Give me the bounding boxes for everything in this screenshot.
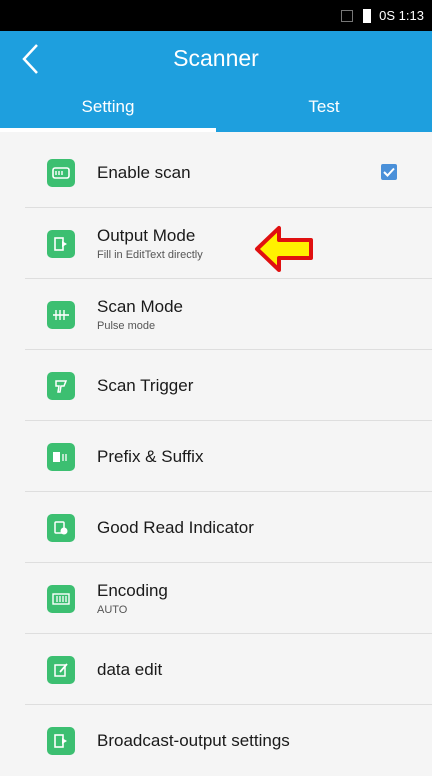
setting-encoding[interactable]: Encoding AUTO (0, 563, 432, 634)
setting-output-mode[interactable]: Output Mode Fill in EditText directly (0, 208, 432, 279)
good-read-indicator-icon (47, 514, 75, 542)
setting-label: Scan Trigger (97, 375, 194, 395)
setting-prefix-suffix[interactable]: Prefix & Suffix (0, 421, 432, 492)
tab-test-label: Test (308, 97, 340, 116)
setting-label: Encoding (97, 580, 168, 600)
tab-setting-label: Setting (81, 97, 135, 116)
prefix-suffix-icon (47, 443, 75, 471)
page-title: Scanner (173, 45, 259, 71)
status-bar: 0S 1:13 (0, 0, 432, 31)
setting-scan-mode[interactable]: Scan Mode Pulse mode (0, 279, 432, 350)
scan-trigger-icon (47, 372, 75, 400)
broadcast-output-icon (47, 727, 75, 755)
status-time: 0S 1:13 (379, 8, 424, 23)
tab-test[interactable]: Test (216, 86, 432, 132)
enable-scan-checkbox[interactable] (381, 164, 397, 180)
setting-label: Prefix & Suffix (97, 446, 204, 466)
output-mode-icon (47, 230, 75, 258)
setting-label: Broadcast-output settings (97, 730, 290, 750)
setting-enable-scan[interactable]: Enable scan (0, 137, 432, 208)
setting-label: Scan Mode (97, 296, 183, 316)
signal-icon (341, 9, 354, 22)
setting-data-edit[interactable]: data edit (0, 634, 432, 705)
tab-bar: Setting Test (0, 86, 432, 132)
data-edit-icon (47, 656, 75, 684)
scanner-icon (47, 159, 75, 187)
setting-label: Good Read Indicator (97, 517, 254, 537)
active-tab-indicator (0, 128, 216, 132)
setting-summary: Fill in EditText directly (97, 248, 203, 261)
app-toolbar: Scanner (0, 31, 432, 86)
battery-icon (363, 8, 372, 23)
setting-scan-trigger[interactable]: Scan Trigger (0, 350, 432, 421)
setting-label: Output Mode (97, 225, 196, 245)
scan-mode-icon (47, 301, 75, 329)
tab-setting[interactable]: Setting (0, 86, 216, 132)
setting-label: data edit (97, 659, 163, 679)
back-button[interactable] (10, 37, 50, 81)
highlight-arrow-icon (255, 226, 313, 272)
setting-summary: AUTO (97, 603, 128, 616)
setting-broadcast-output[interactable]: Broadcast-output settings (0, 705, 432, 776)
back-arrow-icon (22, 44, 38, 74)
encoding-icon (47, 585, 75, 613)
settings-list: Enable scan Output Mode Fill in EditText… (0, 137, 432, 776)
setting-summary: Pulse mode (97, 319, 156, 332)
checkmark-icon (383, 167, 395, 177)
setting-good-read-indicator[interactable]: Good Read Indicator (0, 492, 432, 563)
setting-label: Enable scan (97, 162, 191, 182)
